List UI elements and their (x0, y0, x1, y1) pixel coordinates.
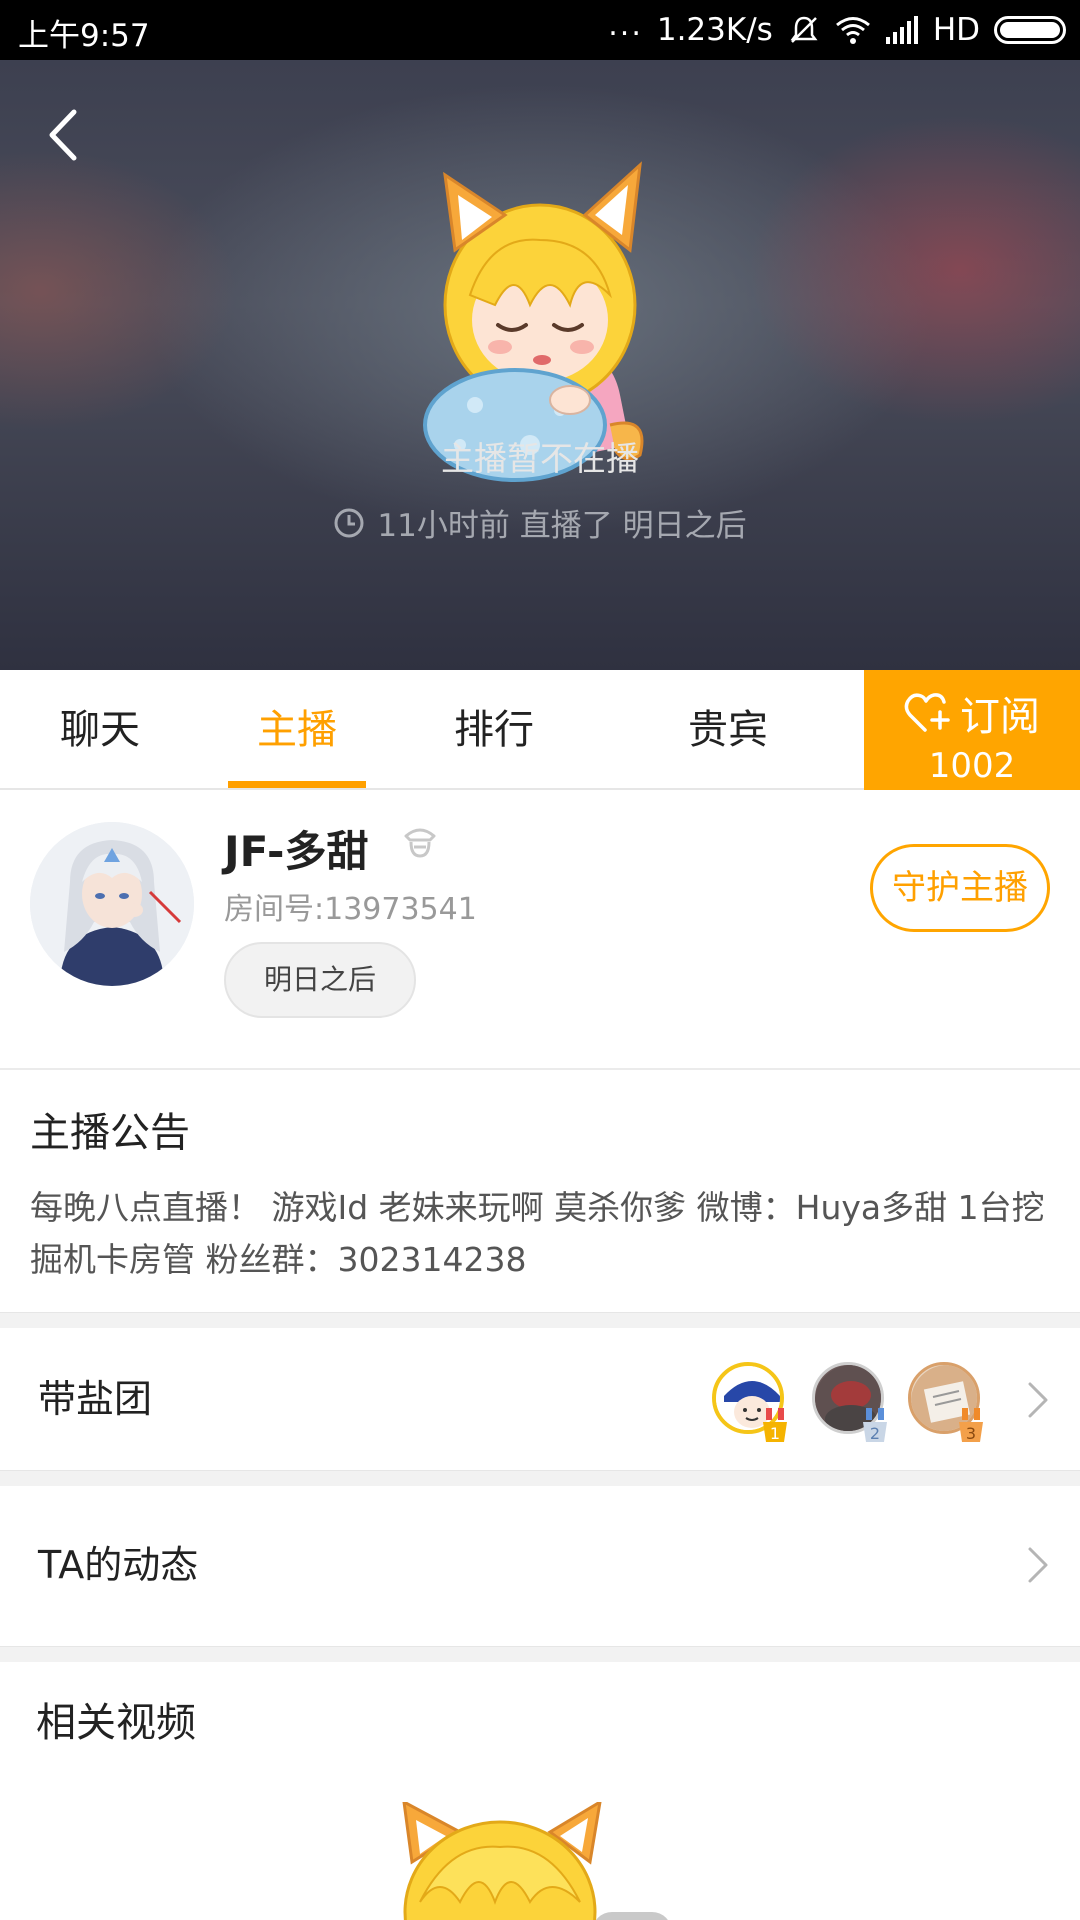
game-tag[interactable]: 明日之后 (224, 942, 416, 1018)
last-live-info: 11小时前 直播了 明日之后 (0, 500, 1080, 545)
rank-3-medal-icon: 3 (959, 1408, 983, 1442)
subscribe-label: 订阅 (960, 694, 1040, 740)
anchor-level-badge-icon (404, 828, 436, 858)
chevron-right-icon (1028, 1547, 1048, 1583)
related-videos-section: 相关视频 (0, 1662, 1080, 1920)
subscriber-count: 1002 (928, 746, 1016, 786)
rank-3-number: 3 (966, 1424, 976, 1442)
section-divider (0, 1312, 1080, 1328)
anchor-info-card: JF-多甜 房间号:13973541 明日之后 守护主播 (0, 792, 1080, 1070)
tab-chat[interactable]: 聊天 (40, 670, 160, 788)
related-videos-title: 相关视频 (36, 1700, 196, 1746)
anchor-notice-section: 主播公告 每晚八点直播！ 游戏Id 老妹来玩啊 莫杀你爹 微博：Huya多甜 1… (0, 1072, 1080, 1312)
tab-ranking[interactable]: 排行 (434, 670, 554, 788)
notice-text: 每晚八点直播！ 游戏Id 老妹来玩啊 莫杀你爹 微博：Huya多甜 1台挖掘机卡… (30, 1188, 1045, 1279)
signal-icon (885, 16, 918, 44)
notification-dots: ... (608, 7, 643, 43)
battery-icon (994, 16, 1066, 44)
tab-ranking-label: 排行 (454, 707, 534, 753)
fan-group-row[interactable]: 带盐团 1 2 3 (0, 1328, 1080, 1470)
tab-vip-label: 贵宾 (688, 707, 768, 753)
subscribe-button[interactable]: 订阅 1002 (864, 670, 1080, 790)
wifi-icon (835, 17, 870, 44)
section-divider (0, 1646, 1080, 1662)
tab-vip[interactable]: 贵宾 (668, 670, 788, 788)
avatar-illustration (30, 822, 194, 986)
top-fans-list: 1 2 3 (712, 1362, 1002, 1442)
empty-state-mascot-illustration (402, 1802, 668, 1920)
rank-1-medal-icon: 1 (763, 1408, 787, 1442)
status-bar: 上午9:57 ... 1.23K/s HD (0, 0, 1080, 60)
guard-anchor-button[interactable]: 守护主播 (870, 844, 1050, 932)
tab-anchor-label: 主播 (257, 707, 337, 753)
rank-2-medal-icon: 2 (863, 1408, 887, 1442)
anchor-name: JF-多甜 (224, 827, 369, 876)
activity-label: TA的动态 (38, 1543, 199, 1587)
chevron-right-icon (1028, 1382, 1048, 1418)
back-arrow-icon[interactable] (38, 100, 88, 170)
offline-hero: z z 主播暂不在播 11小 (0, 60, 1080, 670)
heart-plus-icon (904, 693, 950, 732)
anchor-avatar[interactable] (30, 822, 194, 986)
active-tab-indicator (228, 781, 366, 788)
offline-status-text: 主播暂不在播 (441, 439, 639, 478)
network-type: HD (932, 12, 980, 48)
section-divider (0, 1470, 1080, 1486)
rank-1-number: 1 (770, 1424, 780, 1442)
room-number: 房间号:13973541 (224, 892, 477, 927)
notice-title: 主播公告 (30, 1110, 190, 1156)
tab-chat-label: 聊天 (60, 707, 140, 753)
status-time: 上午9:57 (18, 18, 150, 54)
mute-icon (790, 16, 818, 43)
activity-row[interactable]: TA的动态 (0, 1486, 1080, 1644)
tab-anchor[interactable]: 主播 (228, 670, 366, 788)
status-icons: ... 1.23K/s HD (608, 8, 1066, 52)
rank-2-number: 2 (870, 1424, 880, 1442)
fan-group-label: 带盐团 (38, 1377, 153, 1421)
clock-icon (334, 508, 364, 537)
network-speed: 1.23K/s (656, 12, 773, 48)
last-live-text: 11小时前 直播了 明日之后 (377, 508, 747, 544)
